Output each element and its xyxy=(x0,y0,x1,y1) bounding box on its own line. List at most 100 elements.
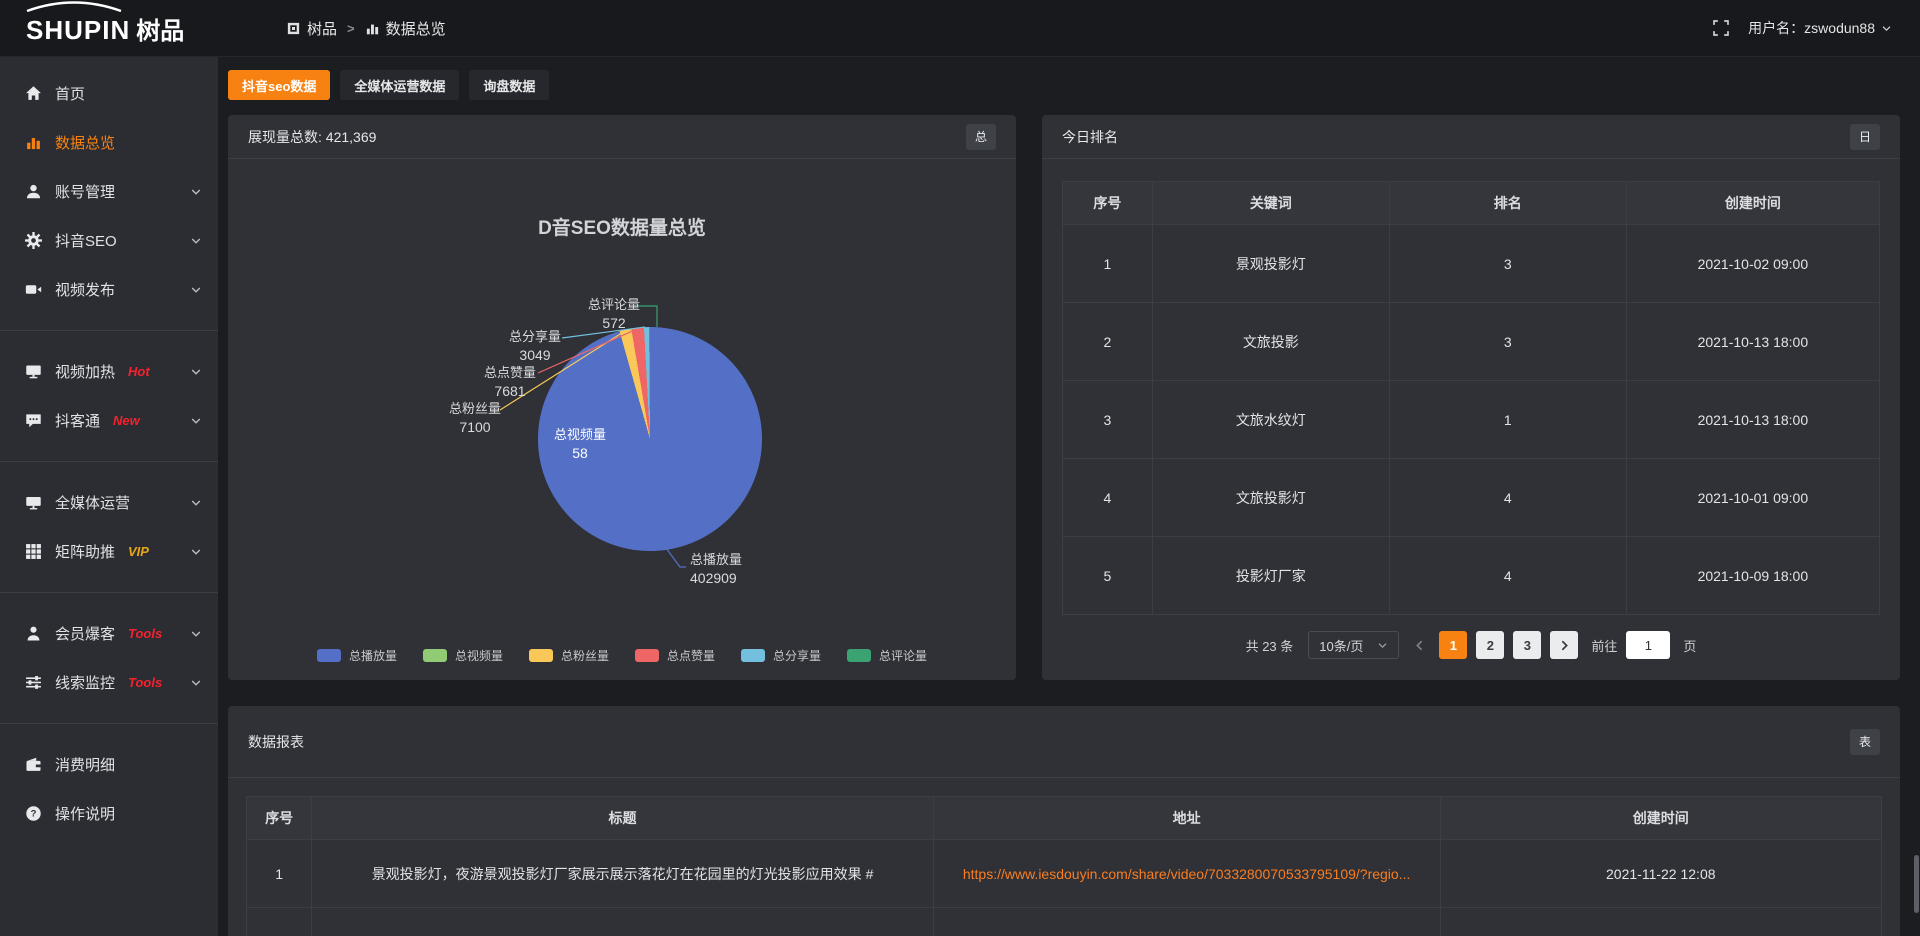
legend-item[interactable]: 总粉丝量 xyxy=(529,647,609,664)
chevron-down-icon xyxy=(190,677,202,689)
sidebar-item-label: 线索监控 xyxy=(55,672,115,693)
table-cell: 3 xyxy=(1063,381,1153,459)
sidebar-item-label: 消费明细 xyxy=(55,754,115,775)
breadcrumb-item-overview[interactable]: 数据总览 xyxy=(365,18,446,39)
table-row: 2文旅投影32021-10-13 18:00 xyxy=(1063,303,1880,381)
wallet-icon xyxy=(25,756,42,773)
page-button-3[interactable]: 3 xyxy=(1513,631,1541,659)
ranking-card: 今日排名 日 序号关键词排名创建时间 1景观投影灯32021-10-02 09:… xyxy=(1042,115,1900,680)
overview-card-header: 展现量总数: 421,369 总 xyxy=(228,115,1016,159)
sidebar-item-label: 抖音SEO xyxy=(55,230,117,251)
daily-toggle-button[interactable]: 日 xyxy=(1850,124,1880,150)
sidebar-item-label: 全媒体运营 xyxy=(55,492,130,513)
table-row xyxy=(247,908,1882,936)
logo-arc xyxy=(24,0,124,12)
sidebar-item-9[interactable]: 会员爆客 Tools xyxy=(0,609,218,658)
sidebar-item-10[interactable]: 线索监控 Tools xyxy=(0,658,218,707)
report-card: 数据报表 表 序号标题地址创建时间 1 景观投影灯，夜游景观投影灯厂家展示展示落… xyxy=(228,706,1900,936)
sidebar-item-4[interactable]: 视频发布 xyxy=(0,265,218,314)
column-header: 标题 xyxy=(312,797,933,840)
legend-label: 总点赞量 xyxy=(667,647,715,664)
chart-title: D音SEO数据量总览 xyxy=(228,213,1016,240)
video-link[interactable]: https://www.iesdouyin.com/share/video/70… xyxy=(963,866,1411,882)
legend-label: 总分享量 xyxy=(773,647,821,664)
chart-legend: 总播放量 总视频量 总粉丝量 总点赞量 总分享量 总评论量 xyxy=(228,647,1016,664)
legend-swatch xyxy=(529,649,553,662)
pie-label-value: 58 xyxy=(554,444,606,462)
breadcrumb-item-shupin[interactable]: 树品 xyxy=(286,18,337,39)
user-menu[interactable]: 用户名：zswodun88 xyxy=(1748,18,1892,38)
sidebar-item-label: 账号管理 xyxy=(55,181,115,202)
tab-0[interactable]: 抖音seo数据 xyxy=(228,70,330,100)
table-header-row: 序号标题地址创建时间 xyxy=(247,797,1882,840)
table-cell xyxy=(1440,908,1881,936)
page-button-1[interactable]: 1 xyxy=(1439,631,1467,659)
sidebar-item-2[interactable]: 账号管理 xyxy=(0,167,218,216)
legend-label: 总粉丝量 xyxy=(561,647,609,664)
table-cell: 文旅投影灯 xyxy=(1152,459,1389,537)
table-cell: 2021-11-22 12:08 xyxy=(1440,840,1881,908)
column-header: 序号 xyxy=(1063,182,1153,225)
table-cell xyxy=(933,908,1440,936)
sidebar-item-8[interactable]: 矩阵助推 VIP xyxy=(0,527,218,576)
table-cell: 1 xyxy=(247,840,312,908)
tab-bar: 抖音seo数据全媒体运营数据询盘数据 xyxy=(228,70,549,100)
bar-chart-icon xyxy=(365,21,380,36)
topbar: SHUPIN 树品 树品 > 数据总览 用户名：zswodun88 xyxy=(0,0,1920,57)
tab-1[interactable]: 全媒体运营数据 xyxy=(340,70,459,100)
table-cell: 2021-10-13 18:00 xyxy=(1626,381,1879,459)
sidebar-item-0[interactable]: 首页 xyxy=(0,69,218,118)
sidebar-divider xyxy=(0,723,218,724)
legend-item[interactable]: 总分享量 xyxy=(741,647,821,664)
sidebar-item-12[interactable]: ? 操作说明 xyxy=(0,789,218,838)
chevron-down-icon xyxy=(1377,640,1388,651)
legend-swatch xyxy=(635,649,659,662)
chevron-down-icon xyxy=(190,546,202,558)
user-icon xyxy=(25,183,42,200)
bar-chart-icon xyxy=(25,134,42,151)
sidebar-item-3[interactable]: 抖音SEO xyxy=(0,216,218,265)
sidebar-item-5[interactable]: 视频加热 Hot xyxy=(0,347,218,396)
table-cell: 2021-10-09 18:00 xyxy=(1626,537,1879,615)
table-row: 5投影灯厂家42021-10-09 18:00 xyxy=(1063,537,1880,615)
sidebar-item-7[interactable]: 全媒体运营 xyxy=(0,478,218,527)
sidebar-item-1[interactable]: 数据总览 xyxy=(0,118,218,167)
legend-item[interactable]: 总评论量 xyxy=(847,647,927,664)
breadcrumb-separator: > xyxy=(347,21,355,36)
page-size-select[interactable]: 10条/页 xyxy=(1308,631,1399,659)
goto-page-input[interactable] xyxy=(1626,631,1670,659)
scrollbar-thumb[interactable] xyxy=(1914,855,1919,913)
badge-tools: Tools xyxy=(128,675,162,690)
sidebar-item-11[interactable]: 消费明细 xyxy=(0,740,218,789)
pie-label-4: 总分享量 3049 xyxy=(509,329,561,364)
chat-icon xyxy=(25,412,42,429)
total-toggle-button[interactable]: 总 xyxy=(966,124,996,150)
table-cell: 2021-10-01 09:00 xyxy=(1626,459,1879,537)
legend-item[interactable]: 总播放量 xyxy=(317,647,397,664)
table-cell xyxy=(312,908,933,936)
video-icon xyxy=(25,281,42,298)
tab-2[interactable]: 询盘数据 xyxy=(469,70,549,100)
chevron-down-icon xyxy=(190,186,202,198)
prev-page-button[interactable] xyxy=(1408,639,1430,652)
brand-latin: SHUPIN xyxy=(26,15,130,46)
table-cell: 文旅水纹灯 xyxy=(1152,381,1389,459)
legend-swatch xyxy=(317,649,341,662)
legend-swatch xyxy=(741,649,765,662)
svg-text:?: ? xyxy=(31,809,37,820)
legend-item[interactable]: 总视频量 xyxy=(423,647,503,664)
sidebar-item-label: 会员爆客 xyxy=(55,623,115,644)
gear-icon xyxy=(25,232,42,249)
legend-label: 总视频量 xyxy=(455,647,503,664)
pie-label-name: 总粉丝量 xyxy=(449,401,501,417)
next-page-button[interactable] xyxy=(1550,631,1578,659)
fullscreen-icon[interactable] xyxy=(1712,19,1730,37)
goto-label: 前往 xyxy=(1591,636,1617,655)
sidebar-item-6[interactable]: 抖客通 New xyxy=(0,396,218,445)
legend-item[interactable]: 总点赞量 xyxy=(635,647,715,664)
overview-card-title: 展现量总数: 421,369 xyxy=(248,127,376,147)
page-button-2[interactable]: 2 xyxy=(1476,631,1504,659)
table-toggle-button[interactable]: 表 xyxy=(1850,729,1880,755)
pie-label-value: 7100 xyxy=(449,418,501,436)
legend-label: 总播放量 xyxy=(349,647,397,664)
